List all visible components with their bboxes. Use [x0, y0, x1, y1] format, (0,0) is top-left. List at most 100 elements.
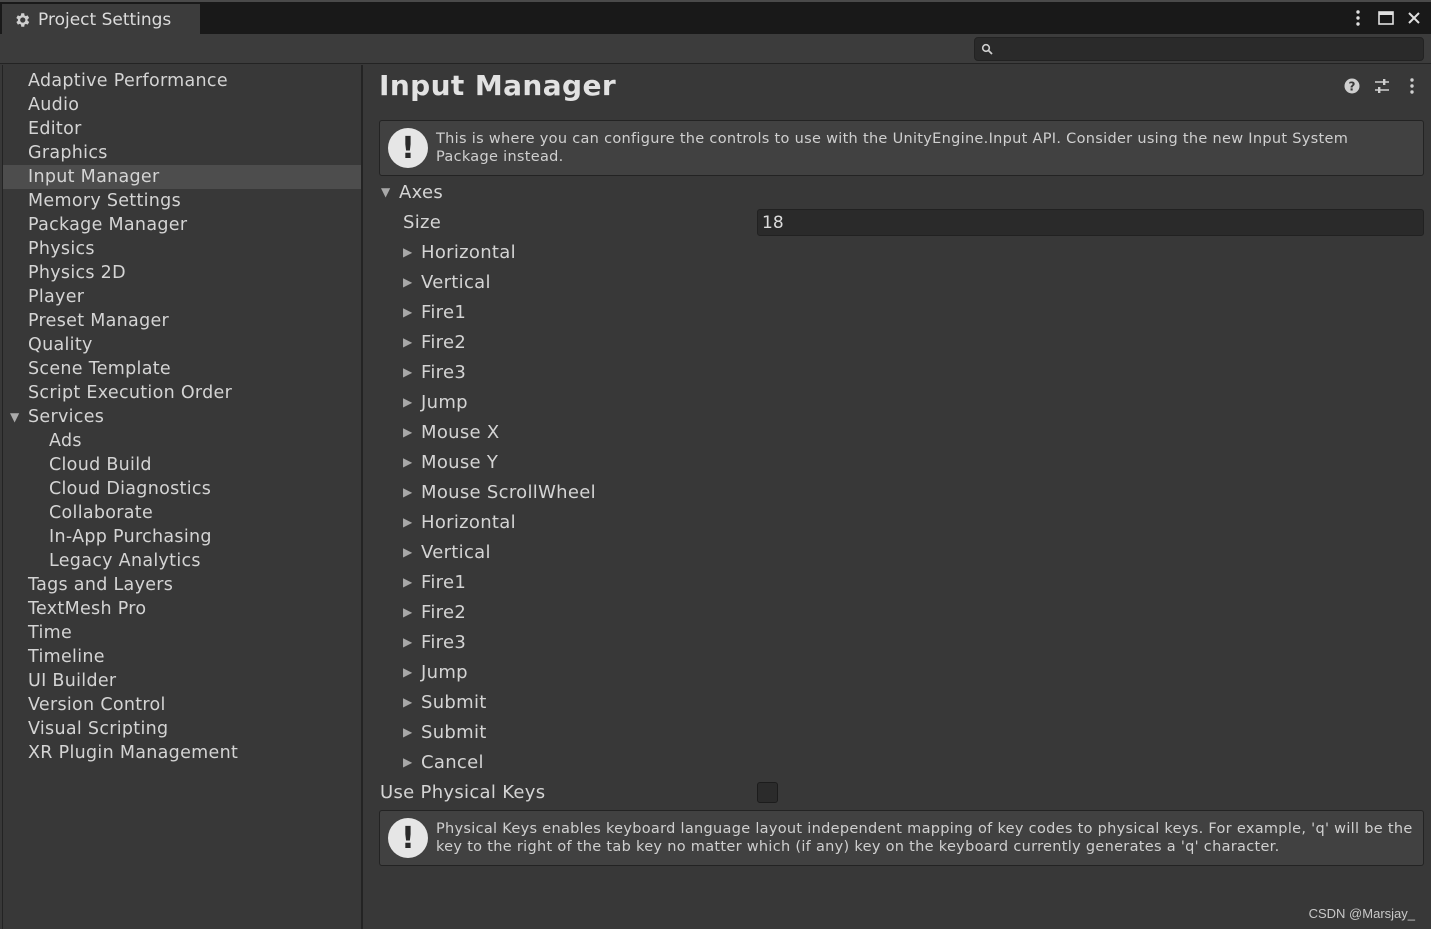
- axis-foldout[interactable]: ▶ Submit: [403, 687, 487, 717]
- sidebar-item-ads[interactable]: Ads: [3, 429, 361, 453]
- axis-foldout[interactable]: ▶ Vertical: [403, 267, 491, 297]
- axis-label: Vertical: [421, 541, 491, 563]
- axis-foldout[interactable]: ▶ Fire1: [403, 297, 466, 327]
- sidebar-item-player[interactable]: Player: [3, 285, 361, 309]
- sidebar-item-label: Collaborate: [49, 503, 154, 523]
- sidebar-item-label: Ads: [49, 431, 82, 451]
- sidebar-item-label: Memory Settings: [28, 191, 182, 211]
- sidebar-item-adaptive-performance[interactable]: Adaptive Performance: [3, 69, 361, 93]
- collapsed-triangle-icon: ▶: [403, 575, 413, 589]
- svg-text:?: ?: [1349, 80, 1356, 94]
- use-physical-keys-checkbox[interactable]: [757, 782, 778, 803]
- sidebar-item-audio[interactable]: Audio: [3, 93, 361, 117]
- collapsed-triangle-icon: ▶: [403, 335, 413, 349]
- sidebar-item-label: Time: [28, 623, 73, 643]
- sidebar-item-ui-builder[interactable]: UI Builder: [3, 669, 361, 693]
- toolbar: [0, 34, 1431, 64]
- sidebar-item-physics[interactable]: Physics: [3, 237, 361, 261]
- axis-label: Horizontal: [421, 511, 516, 533]
- maximize-icon[interactable]: [1377, 7, 1395, 29]
- sidebar-item-tags-and-layers[interactable]: Tags and Layers: [3, 573, 361, 597]
- sidebar-item-quality[interactable]: Quality: [3, 333, 361, 357]
- axis-label: Fire3: [421, 631, 467, 653]
- sidebar-item-label: Cloud Build: [49, 455, 152, 475]
- sidebar-item-input-manager[interactable]: Input Manager: [3, 165, 361, 189]
- sidebar-item-legacy-analytics[interactable]: Legacy Analytics: [3, 549, 361, 573]
- axis-foldout[interactable]: ▶ Fire2: [403, 597, 466, 627]
- sidebar-item-scene-template[interactable]: Scene Template: [3, 357, 361, 381]
- axis-label: Submit: [421, 691, 487, 713]
- sidebar-item-collaborate[interactable]: Collaborate: [3, 501, 361, 525]
- sidebar-item-label: Audio: [28, 95, 80, 115]
- physical-keys-helpbox: ! Physical Keys enables keyboard languag…: [379, 810, 1424, 866]
- axis-foldout[interactable]: ▶ Mouse X: [403, 417, 500, 447]
- collapsed-triangle-icon: ▶: [403, 365, 413, 379]
- physical-keys-info-text: Physical Keys enables keyboard language …: [436, 821, 1413, 855]
- size-input[interactable]: 18: [757, 209, 1424, 236]
- search-field[interactable]: [974, 37, 1424, 61]
- axes-foldout[interactable]: ▼ Axes: [381, 177, 443, 207]
- axis-foldout[interactable]: ▶ Jump: [403, 657, 468, 687]
- axis-foldout[interactable]: ▶ Fire2: [403, 327, 466, 357]
- sidebar-item-cloud-build[interactable]: Cloud Build: [3, 453, 361, 477]
- sidebar-list: Adaptive Performance Audio Editor Graphics I…: [3, 65, 361, 765]
- sidebar-item-memory-settings[interactable]: Memory Settings: [3, 189, 361, 213]
- collapsed-triangle-icon: ▶: [403, 635, 413, 649]
- axis-foldout[interactable]: ▶ Mouse Y: [403, 447, 498, 477]
- sidebar-item-label: Scene Template: [28, 359, 171, 379]
- axis-label: Fire1: [421, 301, 467, 323]
- sidebar-item-textmesh-pro[interactable]: TextMesh Pro: [3, 597, 361, 621]
- axis-foldout[interactable]: ▶ Horizontal: [403, 237, 516, 267]
- sidebar-item-time[interactable]: Time: [3, 621, 361, 645]
- axis-foldout[interactable]: ▶ Horizontal: [403, 507, 516, 537]
- main-panel: Input Manager ? ! This is where you can …: [365, 65, 1431, 929]
- collapsed-triangle-icon: ▶: [403, 755, 413, 769]
- collapsed-triangle-icon: ▶: [403, 245, 413, 259]
- collapsed-triangle-icon: ▶: [403, 665, 413, 679]
- axis-label: Vertical: [421, 271, 491, 293]
- sidebar-item-version-control[interactable]: Version Control: [3, 693, 361, 717]
- axis-foldout[interactable]: ▶ Mouse ScrollWheel: [403, 477, 596, 507]
- tab-project-settings[interactable]: Project Settings: [2, 4, 200, 36]
- sidebar-item-package-manager[interactable]: Package Manager: [3, 213, 361, 237]
- axis-label: Jump: [421, 661, 468, 683]
- sidebar-item-label: Tags and Layers: [28, 575, 174, 595]
- sidebar-item-editor[interactable]: Editor: [3, 117, 361, 141]
- sidebar-item-visual-scripting[interactable]: Visual Scripting: [3, 717, 361, 741]
- info-helpbox: ! This is where you can configure the co…: [379, 120, 1424, 176]
- sidebar-item-label: XR Plugin Management: [28, 743, 239, 763]
- collapsed-triangle-icon: ▶: [403, 305, 413, 319]
- sidebar-item-cloud-diagnostics[interactable]: Cloud Diagnostics: [3, 477, 361, 501]
- more-vertical-icon[interactable]: [1349, 7, 1367, 29]
- axis-foldout[interactable]: ▶ Jump: [403, 387, 468, 417]
- more-vertical-icon[interactable]: [1403, 77, 1421, 95]
- sidebar-item-graphics[interactable]: Graphics: [3, 141, 361, 165]
- collapsed-triangle-icon: ▶: [403, 425, 413, 439]
- warning-icon: !: [388, 128, 428, 168]
- window-titlebar: Project Settings: [0, 0, 1431, 36]
- axis-foldout[interactable]: ▶ Submit: [403, 717, 487, 747]
- sidebar-item-xr-plugin-management[interactable]: XR Plugin Management: [3, 741, 361, 765]
- preset-sliders-icon[interactable]: [1373, 77, 1391, 95]
- sidebar-item-preset-manager[interactable]: Preset Manager: [3, 309, 361, 333]
- axis-foldout[interactable]: ▶ Fire3: [403, 357, 466, 387]
- sidebar-item-services[interactable]: ▼ Services: [3, 405, 361, 429]
- help-icon[interactable]: ?: [1343, 77, 1361, 95]
- sidebar-item-in-app-purchasing[interactable]: In-App Purchasing: [3, 525, 361, 549]
- sidebar-item-label: UI Builder: [28, 671, 117, 691]
- sidebar-item-timeline[interactable]: Timeline: [3, 645, 361, 669]
- axis-label: Submit: [421, 721, 487, 743]
- warning-icon: !: [388, 818, 428, 858]
- axis-foldout[interactable]: ▶ Vertical: [403, 537, 491, 567]
- search-input[interactable]: [999, 41, 1423, 57]
- close-icon[interactable]: [1405, 7, 1423, 29]
- sidebar-item-label: Visual Scripting: [28, 719, 169, 739]
- axis-foldout[interactable]: ▶ Fire1: [403, 567, 466, 597]
- sidebar-item-label: Quality: [28, 335, 93, 355]
- sidebar-item-script-execution-order[interactable]: Script Execution Order: [3, 381, 361, 405]
- axis-foldout[interactable]: ▶ Fire3: [403, 627, 466, 657]
- axis-foldout[interactable]: ▶ Cancel: [403, 747, 484, 777]
- expanded-triangle-icon[interactable]: ▼: [10, 410, 20, 424]
- sidebar-item-physics-2d[interactable]: Physics 2D: [3, 261, 361, 285]
- sidebar-item-label: Package Manager: [28, 215, 188, 235]
